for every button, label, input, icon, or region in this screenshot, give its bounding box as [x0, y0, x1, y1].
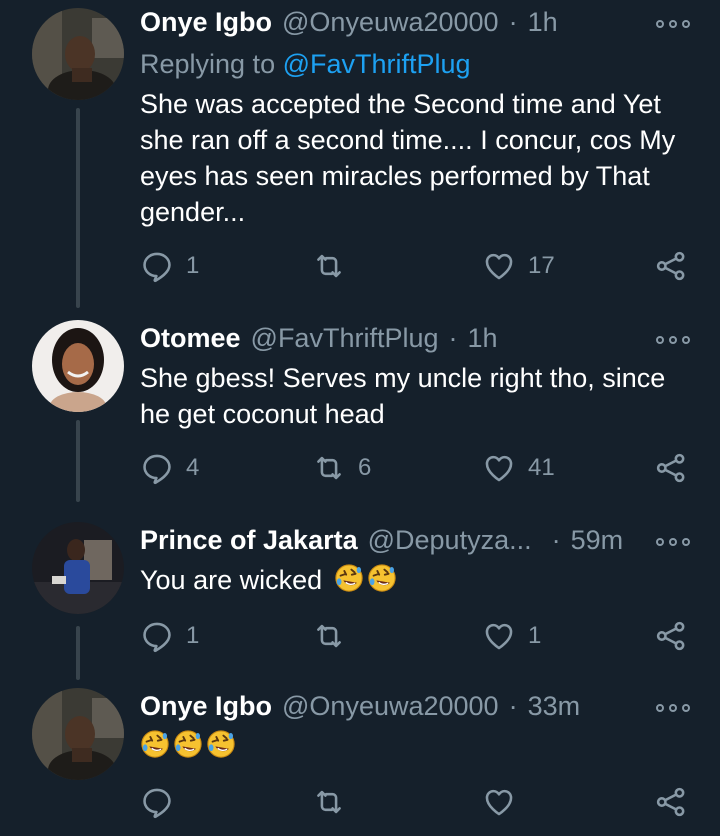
- tweet-onye-igbo-2[interactable]: Onye Igbo @Onyeuwa20000 · 33m: [0, 680, 720, 836]
- avatar[interactable]: [32, 320, 124, 412]
- reply-button[interactable]: 1: [140, 246, 199, 286]
- like-button[interactable]: 1: [482, 616, 541, 656]
- tweet-header: Onye Igbo @Onyeuwa20000 · 33m: [140, 686, 650, 726]
- username[interactable]: @Onyeuwa20000: [282, 7, 499, 38]
- timestamp[interactable]: 1h: [528, 7, 558, 38]
- reply-button[interactable]: 4: [140, 448, 199, 488]
- heart-icon: [482, 785, 516, 819]
- thread-line: [76, 108, 80, 308]
- share-button[interactable]: [654, 448, 688, 488]
- tweet-actions: 1 17: [140, 246, 695, 286]
- mention-link[interactable]: @FavThriftPlug: [283, 49, 471, 79]
- heart-icon: [482, 619, 516, 653]
- retweet-icon: [312, 785, 346, 819]
- like-count: 1: [528, 622, 542, 649]
- separator: ·: [508, 690, 518, 721]
- tweet-actions: 4 6 41: [140, 448, 695, 488]
- reply-button[interactable]: 1: [140, 616, 199, 656]
- display-name[interactable]: Onye Igbo: [140, 691, 272, 722]
- tweet-header: Otomee @FavThriftPlug · 1h: [140, 318, 650, 358]
- username[interactable]: @FavThriftPlug: [251, 323, 439, 354]
- retweet-icon: [312, 249, 346, 283]
- rolling-on-floor-laughing-emoji: [206, 729, 236, 759]
- more-options-icon[interactable]: [656, 534, 690, 550]
- rolling-on-floor-laughing-emoji: [140, 729, 170, 759]
- like-count: 17: [528, 252, 555, 279]
- share-button[interactable]: [654, 246, 688, 286]
- tweet-text: She gbess! Serves my uncle right tho, si…: [140, 363, 666, 429]
- username[interactable]: @Onyeuwa20000: [282, 691, 499, 722]
- retweet-icon: [312, 619, 346, 653]
- avatar[interactable]: [32, 522, 124, 614]
- timestamp[interactable]: 33m: [528, 691, 581, 722]
- display-name[interactable]: Otomee: [140, 323, 241, 354]
- retweet-button[interactable]: [312, 616, 358, 656]
- share-icon: [654, 249, 688, 283]
- tweet-text-line: [140, 728, 690, 764]
- reply-count: 1: [186, 622, 200, 649]
- more-options-icon[interactable]: [656, 16, 690, 32]
- display-name[interactable]: Onye Igbo: [140, 7, 272, 38]
- reply-icon: [140, 619, 174, 653]
- share-button[interactable]: [654, 616, 688, 656]
- avatar[interactable]: [32, 688, 124, 780]
- retweet-button[interactable]: [312, 782, 346, 822]
- heart-icon: [482, 249, 516, 283]
- reply-thread: Onye Igbo @Onyeuwa20000 · 1h Replying to…: [0, 0, 720, 836]
- tweet-otomee[interactable]: Otomee @FavThriftPlug · 1h She gbess! Se…: [0, 312, 720, 502]
- tweet-text: She was accepted the Second time and Yet…: [140, 89, 676, 227]
- like-count: 41: [528, 454, 555, 481]
- tweet-actions: [140, 782, 695, 822]
- replying-prefix: Replying to: [140, 49, 276, 79]
- username[interactable]: @Deputyza...: [368, 525, 532, 556]
- retweet-button[interactable]: 6: [312, 448, 371, 488]
- share-icon: [654, 785, 688, 819]
- thread-line: [76, 420, 80, 502]
- rolling-on-floor-laughing-emoji: [173, 729, 203, 759]
- separator: ·: [551, 524, 561, 555]
- retweet-button[interactable]: [312, 246, 358, 286]
- thread-line: [76, 626, 80, 680]
- reply-icon: [140, 249, 174, 283]
- separator: ·: [508, 6, 518, 37]
- share-button[interactable]: [654, 782, 688, 822]
- timestamp[interactable]: 59m: [571, 525, 624, 556]
- like-button[interactable]: 41: [482, 448, 555, 488]
- share-icon: [654, 619, 688, 653]
- separator: ·: [448, 322, 458, 353]
- tweet-prince-of-jakarta[interactable]: Prince of Jakarta @Deputyza... · 59m You…: [0, 514, 720, 680]
- retweet-icon: [312, 451, 346, 485]
- reply-icon: [140, 451, 174, 485]
- tweet-text-line: You are wicked: [140, 562, 690, 598]
- tweet-text: You are wicked: [140, 565, 323, 595]
- rolling-on-floor-laughing-emoji: [334, 563, 364, 593]
- timestamp[interactable]: 1h: [468, 323, 498, 354]
- more-options-icon[interactable]: [656, 700, 690, 716]
- more-options-icon[interactable]: [656, 332, 690, 348]
- tweet-header: Prince of Jakarta @Deputyza... · 59m: [140, 520, 650, 560]
- reply-button[interactable]: [140, 782, 174, 822]
- like-button[interactable]: [482, 782, 516, 822]
- like-button[interactable]: 17: [482, 246, 555, 286]
- tweet-onye-igbo-1[interactable]: Onye Igbo @Onyeuwa20000 · 1h Replying to…: [0, 0, 720, 310]
- tweet-actions: 1 1: [140, 616, 695, 656]
- reply-count: 1: [186, 252, 200, 279]
- reply-icon: [140, 785, 174, 819]
- retweet-count: 6: [358, 454, 372, 481]
- display-name[interactable]: Prince of Jakarta: [140, 525, 358, 556]
- heart-icon: [482, 451, 516, 485]
- replying-to: Replying to @FavThriftPlug: [140, 46, 471, 82]
- reply-count: 4: [186, 454, 200, 481]
- tweet-header: Onye Igbo @Onyeuwa20000 · 1h: [140, 2, 650, 42]
- share-icon: [654, 451, 688, 485]
- avatar[interactable]: [32, 8, 124, 100]
- rolling-on-floor-laughing-emoji: [367, 563, 397, 593]
